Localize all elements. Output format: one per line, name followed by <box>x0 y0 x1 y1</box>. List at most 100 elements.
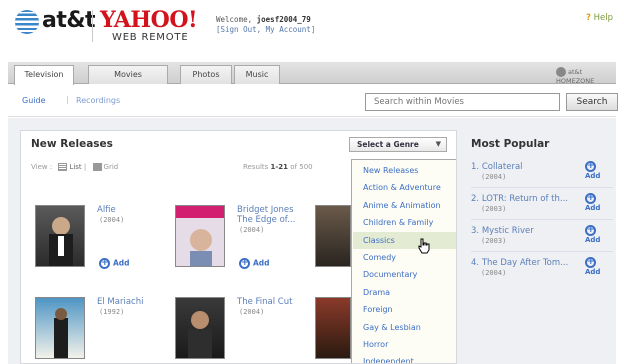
popular-item: 2. LOTR: Return of th... (2003) +Add <box>471 190 613 220</box>
popular-rank: 1. <box>471 162 480 172</box>
popular-item-title[interactable]: 3. Mystic River <box>471 226 534 236</box>
account-links[interactable]: [Sign Out, My Account] <box>216 25 315 34</box>
yahoo-logo: YAHOO! <box>100 7 198 33</box>
add-button[interactable]: +Add <box>585 257 613 276</box>
genre-option[interactable]: Independent <box>353 353 456 363</box>
movie-year: (2004) <box>239 226 265 234</box>
product-name: WEB REMOTE <box>112 32 189 43</box>
popular-year: (2004) <box>481 173 507 181</box>
plus-icon: + <box>585 161 596 172</box>
genre-dropdown-list[interactable]: New Releases Action & Adventure Anime & An… <box>351 159 456 363</box>
popular-item-title[interactable]: 1. Collateral <box>471 162 523 172</box>
header: at&t YAHOO! WEB REMOTE Welcome, joesf200… <box>0 0 624 60</box>
username: joesf2004_79 <box>256 15 311 24</box>
search-button[interactable]: Search <box>566 93 618 111</box>
tab-music[interactable]: Music <box>234 65 280 84</box>
add-button[interactable]: +Add <box>585 225 613 244</box>
movie-title-line1: Bridget Jones <box>237 205 294 215</box>
list-view-button[interactable]: List <box>69 163 81 171</box>
popular-year: (2003) <box>481 205 507 213</box>
grid-view-icon[interactable] <box>92 163 102 171</box>
movie-title[interactable]: El Mariachi <box>97 297 143 307</box>
genre-option[interactable]: Drama <box>353 284 456 301</box>
genre-option[interactable]: Children & Family <box>353 214 456 231</box>
add-label: Add <box>253 258 270 268</box>
movie-title[interactable]: The Final Cut <box>237 297 292 307</box>
main-content: New Releases Select a Genre ▼ View : Lis… <box>8 118 616 364</box>
genre-select-label: Select a Genre <box>357 140 419 149</box>
tab-photos[interactable]: Photos <box>180 65 232 84</box>
popular-item-title[interactable]: 4. The Day After Tom... <box>471 258 568 268</box>
welcome-prefix: Welcome, <box>216 15 253 24</box>
movie-title[interactable]: Alfie <box>97 205 116 215</box>
genre-option[interactable]: Gay & Lesbian <box>353 319 456 336</box>
popular-title: LOTR: Return of th... <box>481 194 568 204</box>
popular-title: Collateral <box>481 162 523 172</box>
genre-option[interactable]: Foreign <box>353 301 456 318</box>
movie-year: (1992) <box>99 308 125 316</box>
sub-navigation: Guide | Recordings Search <box>8 85 618 117</box>
add-button[interactable]: +Add <box>585 161 613 180</box>
add-label: Add <box>585 204 601 212</box>
results-range: 1-21 <box>270 163 289 171</box>
genre-option[interactable]: Action & Adventure <box>353 179 456 196</box>
genre-option[interactable]: Classics <box>353 231 456 249</box>
popular-item: 3. Mystic River (2003) +Add <box>471 222 613 252</box>
recordings-link[interactable]: Recordings <box>76 96 120 105</box>
popular-item-title[interactable]: 2. LOTR: Return of th... <box>471 194 568 204</box>
tab-movies[interactable]: Movies <box>88 65 168 84</box>
plus-icon: + <box>585 257 596 268</box>
poster-art-icon <box>188 311 212 358</box>
poster-art-icon <box>54 308 68 358</box>
add-label: Add <box>585 268 601 276</box>
results-total: of 500 <box>290 163 313 171</box>
genre-option[interactable]: Anime & Animation <box>353 197 456 214</box>
grid-view-button[interactable]: Grid <box>104 163 119 171</box>
help-label: Help <box>593 13 614 23</box>
plus-icon: + <box>239 258 250 269</box>
movie-poster[interactable] <box>175 297 225 359</box>
guide-link[interactable]: Guide <box>22 96 46 105</box>
add-button[interactable]: +Add <box>239 258 270 269</box>
hand-cursor-icon <box>418 238 430 254</box>
movie-poster[interactable] <box>35 297 85 359</box>
popular-year: (2004) <box>481 269 507 277</box>
welcome-text: Welcome, joesf2004_79 <box>216 15 311 24</box>
tab-television[interactable]: Television <box>14 65 74 85</box>
add-label: Add <box>585 236 601 244</box>
add-label: Add <box>113 258 130 268</box>
genre-select[interactable]: Select a Genre ▼ <box>349 137 447 152</box>
movie-poster[interactable] <box>315 205 351 267</box>
movie-year: (2004) <box>239 308 265 316</box>
plus-icon: + <box>585 193 596 204</box>
poster-art-icon <box>49 217 73 266</box>
movie-poster[interactable] <box>175 205 225 267</box>
popular-rank: 4. <box>471 258 480 268</box>
genre-option[interactable]: Documentary <box>353 266 456 283</box>
movie-poster[interactable] <box>35 205 85 267</box>
poster-art-icon <box>176 206 224 266</box>
chevron-down-icon: ▼ <box>435 140 441 148</box>
results-prefix: Results <box>243 163 269 171</box>
att-globe-icon <box>15 10 39 34</box>
movie-year: (2004) <box>99 216 125 224</box>
att-homezone-icon <box>556 67 566 77</box>
help-link[interactable]: ? Help <box>586 13 613 23</box>
genre-option[interactable]: New Releases <box>353 162 456 179</box>
movie-poster[interactable] <box>315 297 351 359</box>
genre-option[interactable]: Horror <box>353 336 456 353</box>
movie-title-line2: The Edge of... <box>237 215 296 225</box>
most-popular-title: Most Popular <box>471 138 550 150</box>
search-input[interactable] <box>365 93 560 111</box>
add-button[interactable]: +Add <box>99 258 130 269</box>
add-button[interactable]: +Add <box>585 193 613 212</box>
list-view-icon[interactable] <box>58 163 68 171</box>
genre-option[interactable]: Comedy <box>353 249 456 266</box>
movie-title[interactable]: Bridget Jones The Edge of... <box>237 205 295 225</box>
new-releases-panel: New Releases Select a Genre ▼ View : Lis… <box>20 130 457 364</box>
plus-icon: + <box>585 225 596 236</box>
popular-year: (2003) <box>481 237 507 245</box>
subnav-separator: | <box>66 95 69 104</box>
popular-title: Mystic River <box>481 226 534 236</box>
plus-icon: + <box>99 258 110 269</box>
